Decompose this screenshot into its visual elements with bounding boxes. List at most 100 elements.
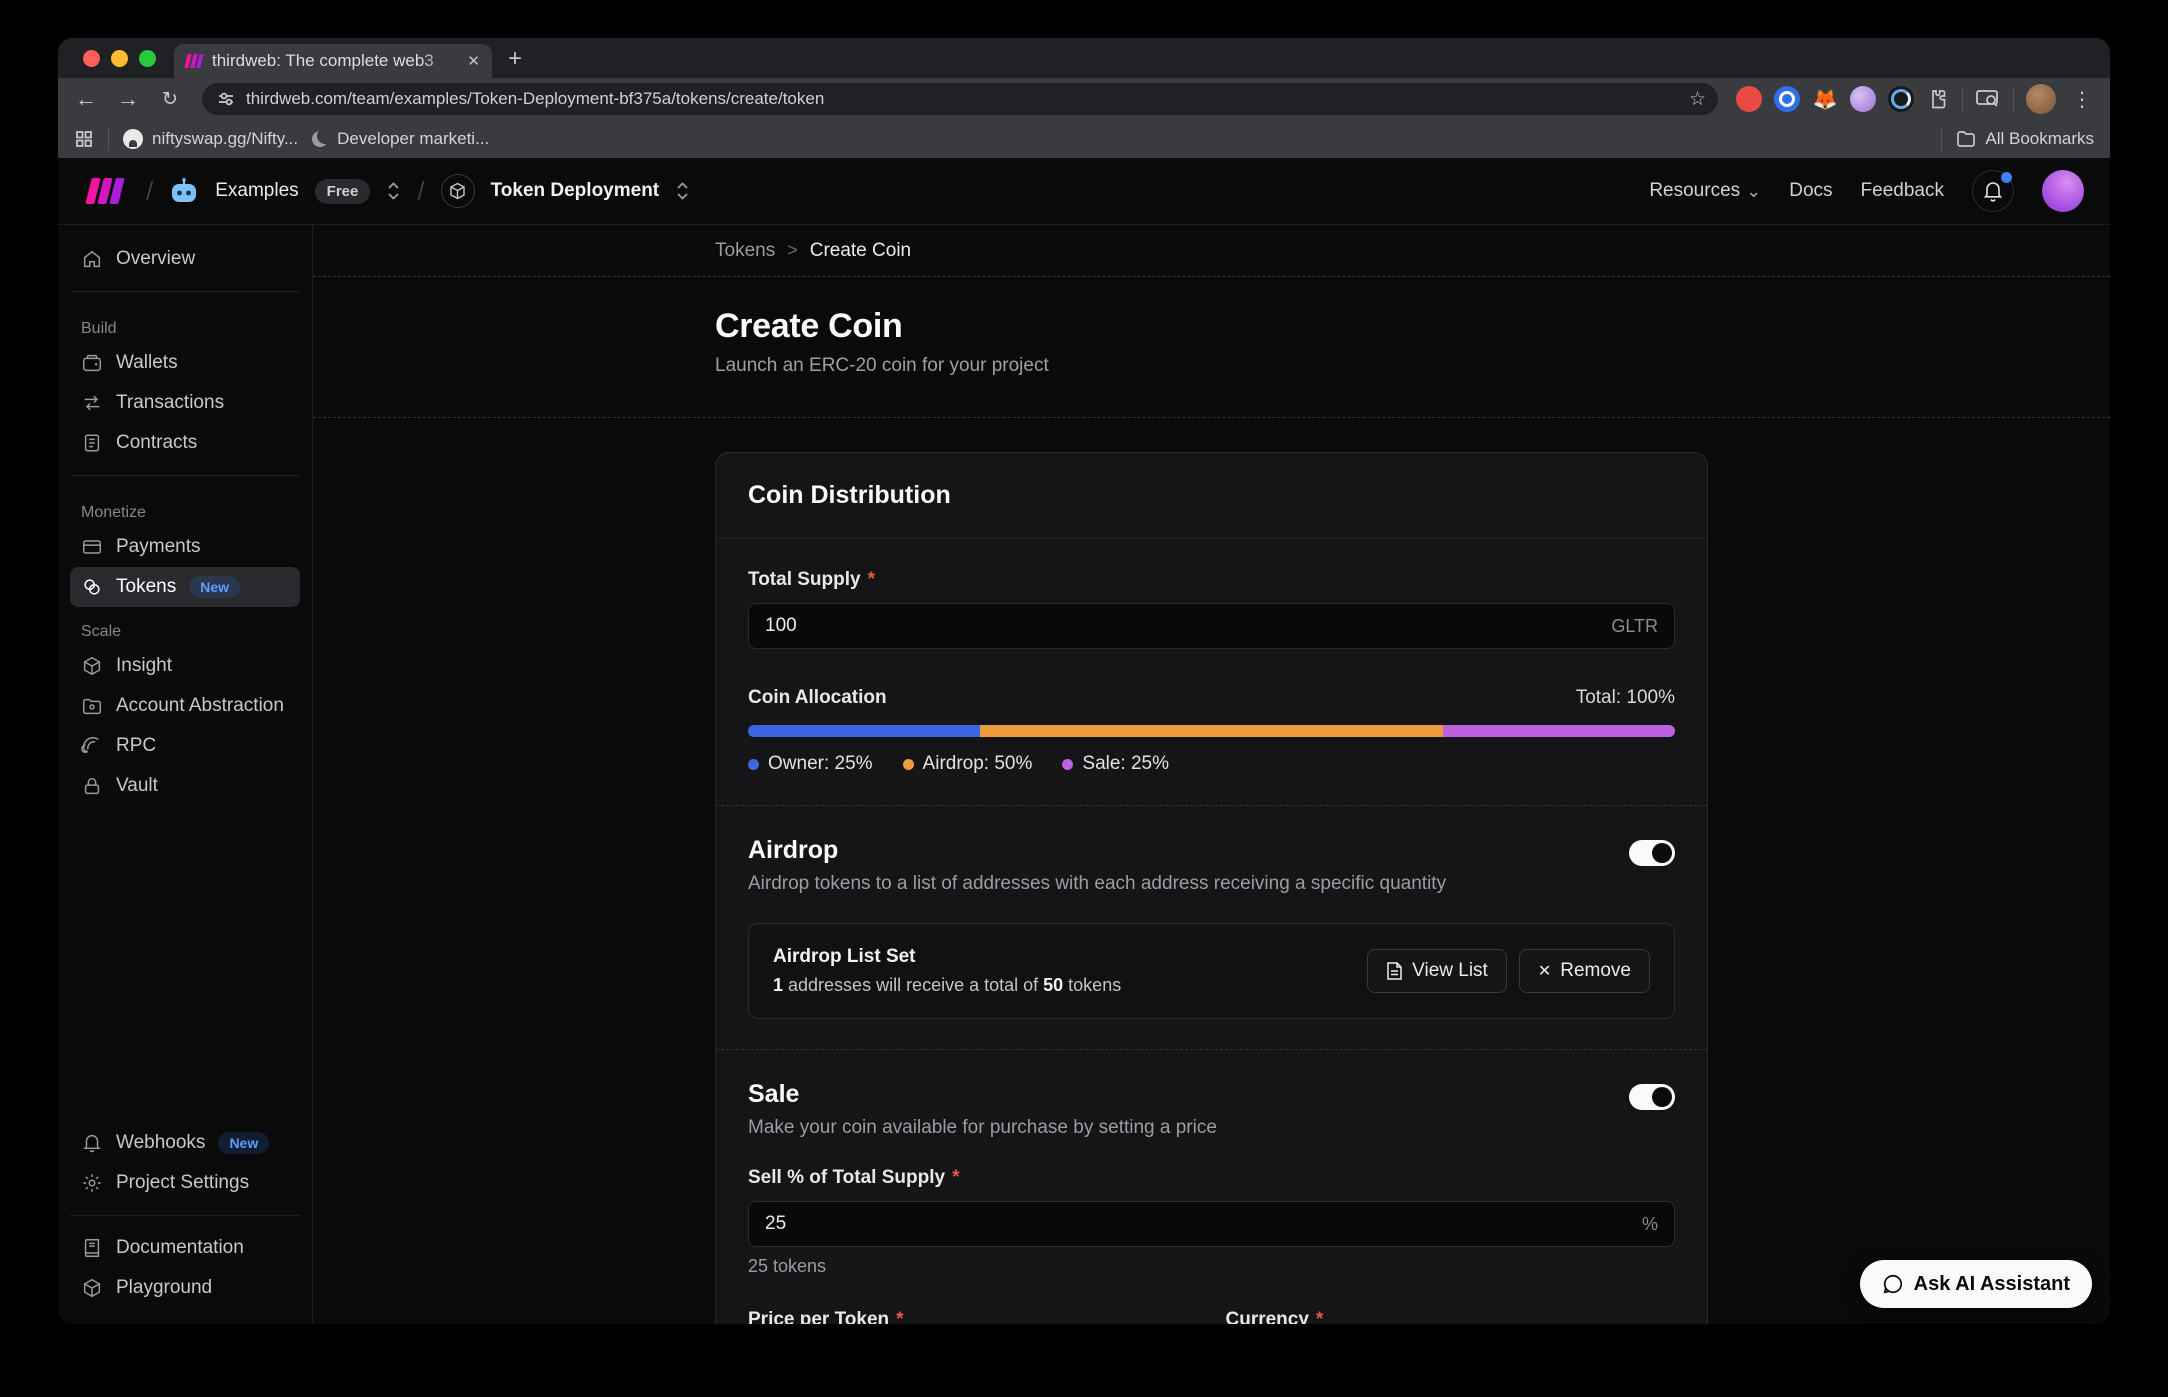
project-icon xyxy=(441,174,475,208)
sidebar-divider xyxy=(70,291,300,292)
browser-profile-avatar[interactable] xyxy=(2026,84,2056,114)
screen-search-icon[interactable] xyxy=(1975,87,2001,111)
allocation-legend: Owner: 25%Airdrop: 50%Sale: 25% xyxy=(748,753,1675,775)
address-bar[interactable]: thirdweb.com/team/examples/Token-Deploym… xyxy=(202,83,1718,115)
assistant-label: Ask AI Assistant xyxy=(1914,1273,2070,1296)
minimize-window-button[interactable] xyxy=(111,50,128,67)
url-text[interactable]: thirdweb.com/team/examples/Token-Deploym… xyxy=(246,89,1679,109)
github-icon xyxy=(123,129,143,149)
team-switcher-icon[interactable] xyxy=(386,181,401,201)
extensions-puzzle-icon[interactable] xyxy=(1926,87,1950,111)
webhook-bell-icon xyxy=(81,1132,103,1154)
card-header: Coin Distribution xyxy=(716,453,1707,539)
ask-ai-assistant-button[interactable]: Ask AI Assistant xyxy=(1860,1260,2092,1308)
browser-window: thirdweb: The complete web3 ✕ + ← → ↻ th… xyxy=(58,38,2110,1324)
airdrop-description: Airdrop tokens to a list of addresses wi… xyxy=(748,873,1446,895)
sidebar-item-contracts[interactable]: Contracts xyxy=(70,423,300,463)
browser-menu-icon[interactable]: ⋮ xyxy=(2068,87,2096,112)
required-asterisk: * xyxy=(896,1309,903,1324)
payments-icon xyxy=(81,536,103,558)
required-asterisk: * xyxy=(868,569,875,591)
sell-percent-value[interactable] xyxy=(765,1213,1642,1235)
extension-red-icon[interactable] xyxy=(1736,86,1762,112)
sidebar-item-label: Documentation xyxy=(116,1237,244,1259)
sidebar-item-wallets[interactable]: Wallets xyxy=(70,343,300,383)
tab-title: thirdweb: The complete web3 xyxy=(212,51,457,71)
remove-button[interactable]: ✕ Remove xyxy=(1519,949,1650,993)
x-icon: ✕ xyxy=(1538,961,1551,981)
team-name[interactable]: Examples xyxy=(215,180,298,202)
account-avatar[interactable] xyxy=(2042,170,2084,212)
total-supply-suffix: GLTR xyxy=(1611,616,1658,637)
new-tab-button[interactable]: + xyxy=(508,44,522,74)
currency-field: Currency * ETH xyxy=(1226,1309,1676,1324)
all-bookmarks-button[interactable]: All Bookmarks xyxy=(1956,129,2094,149)
window-controls xyxy=(58,38,174,78)
allocation-total: Total: 100% xyxy=(1576,687,1675,709)
bookmarks-separator xyxy=(108,127,109,151)
project-switcher-icon[interactable] xyxy=(675,181,690,201)
label-text: Total Supply xyxy=(748,569,861,591)
breadcrumb-tokens[interactable]: Tokens xyxy=(715,240,775,262)
close-window-button[interactable] xyxy=(83,50,100,67)
legend-item-airdrop: Airdrop: 50% xyxy=(903,753,1033,775)
coin-allocation-label: Coin Allocation xyxy=(748,687,887,709)
new-badge: New xyxy=(218,1132,269,1154)
sidebar-item-playground[interactable]: Playground xyxy=(70,1268,300,1308)
total-supply-label: Total Supply * xyxy=(748,569,1675,591)
page-title: Create Coin xyxy=(715,307,1708,346)
legend-item-sale: Sale: 25% xyxy=(1062,753,1169,775)
view-list-button[interactable]: View List xyxy=(1367,949,1507,993)
forward-nav-icon[interactable]: → xyxy=(114,88,142,110)
sidebar-item-account-abstraction[interactable]: Account Abstraction xyxy=(70,686,300,726)
bookmark-star-icon[interactable]: ☆ xyxy=(1689,88,1706,111)
legend-label: Sale: 25% xyxy=(1082,753,1169,775)
sale-description: Make your coin available for purchase by… xyxy=(748,1117,1217,1139)
extension-blue-icon[interactable] xyxy=(1774,86,1800,112)
breadcrumb-band: Tokens > Create Coin xyxy=(313,225,2110,277)
sidebar-item-documentation[interactable]: Documentation xyxy=(70,1228,300,1268)
app-header: / Examples Free / xyxy=(58,158,2110,225)
sale-title: Sale xyxy=(748,1080,1217,1109)
bookmark-niftyswap[interactable]: niftyswap.gg/Nifty... xyxy=(123,129,298,149)
sidebar-item-tokens[interactable]: Tokens New xyxy=(70,567,300,607)
site-settings-icon[interactable] xyxy=(216,89,236,109)
metamask-extension-icon[interactable]: 🦊 xyxy=(1812,86,1838,112)
feedback-link[interactable]: Feedback xyxy=(1861,180,1944,202)
total-supply-input[interactable]: GLTR xyxy=(748,603,1675,649)
docs-link[interactable]: Docs xyxy=(1789,180,1832,202)
sidebar-item-insight[interactable]: Insight xyxy=(70,646,300,686)
sidebar-item-payments[interactable]: Payments xyxy=(70,527,300,567)
airdrop-toggle[interactable] xyxy=(1629,840,1675,866)
reload-icon[interactable]: ↻ xyxy=(156,90,184,109)
button-label: Remove xyxy=(1560,960,1631,982)
sidebar-item-vault[interactable]: Vault xyxy=(70,766,300,806)
extension-purple-icon[interactable] xyxy=(1850,86,1876,112)
thirdweb-logo[interactable] xyxy=(84,177,130,205)
sell-percent-input[interactable]: % xyxy=(748,1201,1675,1247)
project-name[interactable]: Token Deployment xyxy=(491,180,660,202)
sidebar-item-webhooks[interactable]: Webhooks New xyxy=(70,1123,300,1163)
sidebar-item-overview[interactable]: Overview xyxy=(70,239,300,279)
sidebar-item-rpc[interactable]: RPC xyxy=(70,726,300,766)
sidebar-item-project-settings[interactable]: Project Settings xyxy=(70,1163,300,1203)
back-nav-icon[interactable]: ← xyxy=(72,88,100,110)
notifications-button[interactable] xyxy=(1972,170,2014,212)
extension-dial-icon[interactable] xyxy=(1888,86,1914,112)
card-title: Coin Distribution xyxy=(748,481,1675,510)
label-text: Currency xyxy=(1226,1309,1309,1324)
browser-tab[interactable]: thirdweb: The complete web3 ✕ xyxy=(174,44,492,78)
total-supply-value[interactable] xyxy=(765,615,1611,637)
bookmark-developer-marketing[interactable]: Developer marketi... xyxy=(312,129,489,149)
gear-icon xyxy=(81,1172,103,1194)
sidebar-item-transactions[interactable]: Transactions xyxy=(70,383,300,423)
apps-grid-icon[interactable] xyxy=(74,129,94,149)
book-icon xyxy=(81,1237,103,1259)
button-label: View List xyxy=(1412,960,1488,982)
sale-toggle[interactable] xyxy=(1629,1084,1675,1110)
zoom-window-button[interactable] xyxy=(139,50,156,67)
tab-close-icon[interactable]: ✕ xyxy=(467,52,480,70)
resources-menu[interactable]: Resources ⌄ xyxy=(1649,180,1761,202)
legend-label: Airdrop: 50% xyxy=(923,753,1033,775)
insight-icon xyxy=(81,655,103,677)
